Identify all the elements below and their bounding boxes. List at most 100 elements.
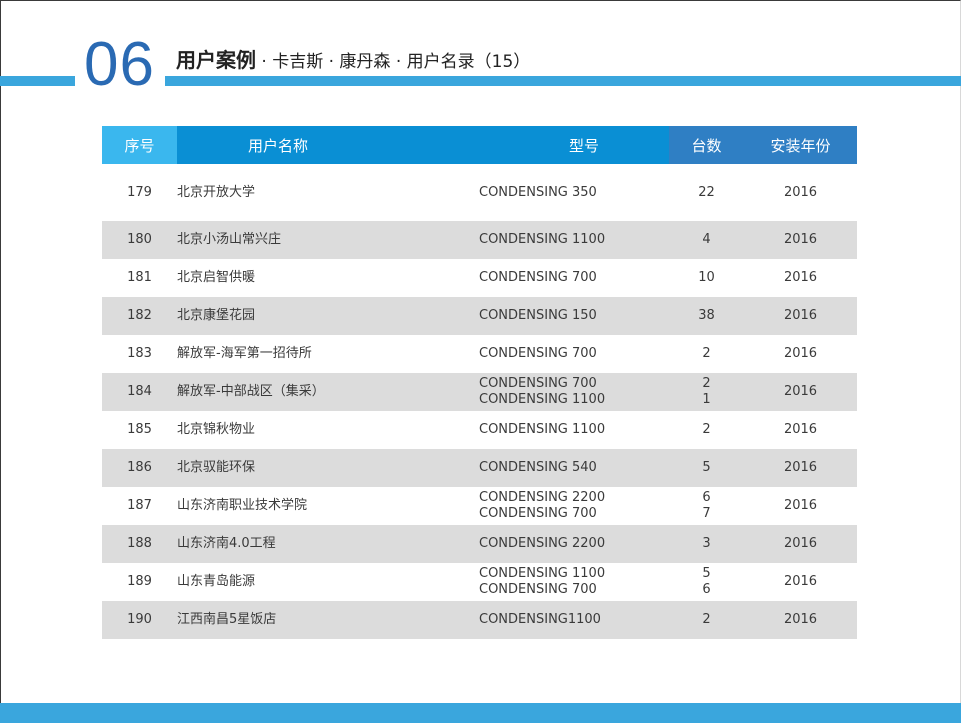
model-line: CONDENSING 150 (479, 308, 597, 323)
cell-seq: 183 (127, 346, 152, 361)
header-stripe-right (165, 76, 961, 86)
cell-install-year: 2016 (744, 449, 857, 487)
cell-install-year: 2016 (783, 422, 818, 437)
cell-install-year: 2016 (783, 498, 818, 513)
column-header-seq: 序号 (102, 126, 177, 164)
table-row: 184 解放军-中部战区（集采） CONDENSING 700 CONDENSING … (102, 373, 857, 411)
cell-user-name: 北京开放大学 (177, 184, 256, 200)
table-row: 182 北京康堡花园 CONDENSING 150 38 2016 (102, 297, 857, 335)
cell-qty: 21 (669, 373, 744, 411)
page-title: 用户案例 · 卡吉斯 · 康丹森 · 用户名录（15） (176, 44, 530, 72)
cell-qty: 22 (669, 164, 744, 221)
cell-qty: 67 (669, 487, 744, 525)
qty-line: 2 (702, 612, 711, 627)
cell-install-year: 2016 (783, 270, 818, 285)
cell-seq: 185 (127, 422, 152, 437)
cell-user-name: 解放军-海军第一招待所 (177, 346, 312, 361)
cell-qty: 4 (669, 221, 744, 259)
cell-user-name: 山东济南职业技术学院 (177, 498, 308, 513)
cell-seq: 179 (127, 184, 152, 200)
model-line: CONDENSING 2200 (479, 536, 606, 551)
qty-line: 6 (702, 490, 711, 505)
qty-line: 10 (698, 270, 715, 285)
column-header-qty: 台数 (669, 126, 744, 164)
cell-seq: 184 (102, 373, 177, 411)
cell-qty: 2 (669, 601, 744, 639)
cell-install-year: 2016 (744, 601, 857, 639)
cell-seq: 182 (102, 297, 177, 335)
qty-line: 2 (702, 422, 711, 437)
cell-model: CONDENSING 1100 (479, 221, 669, 259)
qty-line: 2 (702, 376, 711, 391)
cell-user-name: 北京锦秋物业 (177, 422, 256, 437)
model-line: CONDENSING 1100 (479, 392, 606, 407)
table-row: 183 解放军-海军第一招待所 CONDENSING 700 2 2016 (102, 335, 857, 373)
table-row: 185 北京锦秋物业 CONDENSING 1100 2 2016 (102, 411, 857, 449)
table-row: 186 北京驭能环保 CONDENSING 540 5 2016 (102, 449, 857, 487)
cell-install-year: 2016 (744, 297, 857, 335)
model-line: CONDENSING 700 (479, 376, 597, 391)
cell-model: CONDENSING 1100 (479, 411, 669, 449)
header-stripe-left (0, 76, 75, 86)
cell-model: CONDENSING 2200 CONDENSING 700 (479, 487, 669, 525)
cell-user-name: 山东青岛能源 (177, 574, 256, 589)
model-line: CONDENSING 2200 (479, 490, 606, 505)
cell-qty: 56 (669, 563, 744, 601)
cell-model: CONDENSING 540 (479, 449, 669, 487)
model-line: CONDENSING 1100 (479, 422, 606, 437)
qty-line: 6 (702, 582, 711, 597)
column-header-model: 型号 (479, 126, 669, 164)
qty-line: 2 (702, 346, 711, 361)
cell-qty: 38 (669, 297, 744, 335)
cell-install-year: 2016 (744, 221, 857, 259)
qty-line: 5 (702, 566, 711, 581)
table-body: 179 北京开放大学 CONDENSING 350 22 2016 180 北京小汤山常兴庄… (102, 164, 857, 639)
model-line: CONDENSING 1100 (479, 232, 606, 247)
cell-model: CONDENSING 1100 CONDENSING 700 (479, 563, 669, 601)
cell-seq: 187 (127, 498, 152, 513)
model-line: CONDENSING 700 (479, 346, 597, 361)
cell-model: CONDENSING 700 CONDENSING 1100 (479, 373, 669, 411)
model-line: CONDENSING 350 (479, 184, 597, 200)
cell-user-name: 江西南昌5星饭店 (177, 601, 479, 639)
qty-line: 38 (698, 308, 715, 323)
qty-line: 5 (702, 460, 711, 475)
cell-user-name: 解放军-中部战区（集采） (177, 373, 479, 411)
user-roster-table: 序号 用户名称 型号 台数 安装年份 179 北京开放大学 CONDENSING 3… (102, 126, 857, 639)
title-main: 用户案例 (176, 48, 256, 72)
table-row: 179 北京开放大学 CONDENSING 350 22 2016 (102, 164, 857, 221)
cell-qty: 5 (669, 449, 744, 487)
cell-qty: 10 (669, 259, 744, 297)
column-header-name: 用户名称 (177, 126, 479, 164)
cell-user-name: 北京驭能环保 (177, 449, 479, 487)
cell-model: CONDENSING 150 (479, 297, 669, 335)
cell-seq: 186 (102, 449, 177, 487)
cell-qty: 2 (669, 335, 744, 373)
column-header-name-label: 用户名称 (247, 136, 308, 155)
footer-stripe (0, 703, 961, 723)
table-header-row: 序号 用户名称 型号 台数 安装年份 (102, 126, 857, 164)
cell-install-year: 2016 (744, 525, 857, 563)
cell-seq: 190 (102, 601, 177, 639)
cell-model: CONDENSING1100 (479, 601, 669, 639)
table-row: 181 北京启智供暖 CONDENSING 700 10 2016 (102, 259, 857, 297)
cell-qty: 3 (669, 525, 744, 563)
cell-seq: 180 (102, 221, 177, 259)
cell-user-name: 北京康堡花园 (177, 297, 479, 335)
model-line: CONDENSING 700 (479, 582, 597, 597)
model-line: CONDENSING 540 (479, 460, 597, 475)
column-header-model-label: 型号 (569, 136, 600, 155)
qty-line: 4 (702, 232, 711, 247)
title-subtitle: · 卡吉斯 · 康丹森 · 用户名录（15） (256, 52, 531, 72)
qty-line: 7 (702, 506, 711, 521)
cell-user-name: 山东济南4.0工程 (177, 525, 479, 563)
cell-seq: 188 (102, 525, 177, 563)
section-number: 06 (84, 30, 155, 99)
cell-user-name: 北京启智供暖 (177, 270, 256, 285)
cell-model: CONDENSING 2200 (479, 525, 669, 563)
model-line: CONDENSING1100 (479, 612, 601, 627)
model-line: CONDENSING 700 (479, 270, 597, 285)
model-line: CONDENSING 700 (479, 506, 597, 521)
cell-seq: 189 (127, 574, 152, 589)
cell-install-year: 2016 (783, 346, 818, 361)
